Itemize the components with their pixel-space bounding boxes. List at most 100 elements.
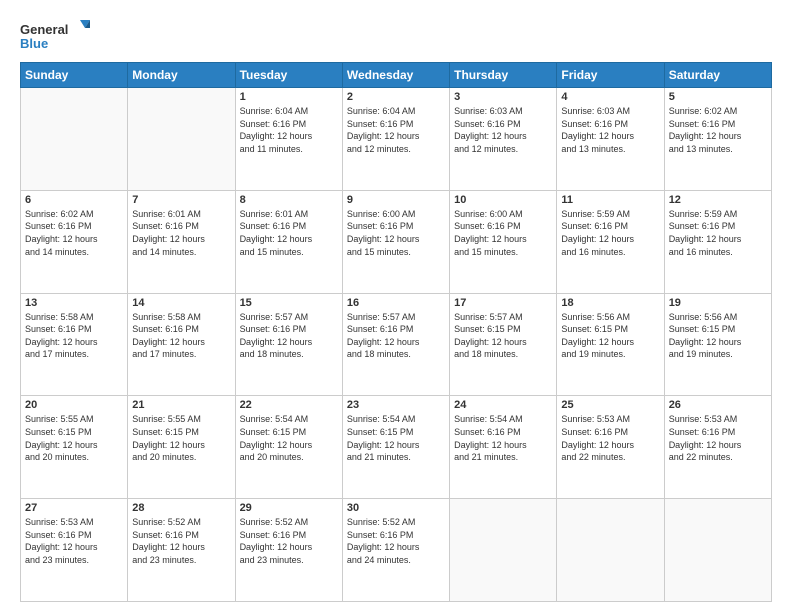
day-info: Sunrise: 5:59 AM Sunset: 6:16 PM Dayligh… xyxy=(561,208,659,258)
day-number: 28 xyxy=(132,502,230,514)
svg-text:Blue: Blue xyxy=(20,36,48,51)
calendar-cell: 22 Sunrise: 5:54 AM Sunset: 6:15 PM Dayli… xyxy=(235,396,342,499)
calendar-cell: 29 Sunrise: 5:52 AM Sunset: 6:16 PM Dayli… xyxy=(235,499,342,602)
day-number: 20 xyxy=(25,399,123,411)
calendar-cell: 9 Sunrise: 6:00 AM Sunset: 6:16 PM Daylig… xyxy=(342,190,449,293)
day-info: Sunrise: 5:56 AM Sunset: 6:15 PM Dayligh… xyxy=(561,311,659,361)
day-number: 10 xyxy=(454,194,552,206)
day-number: 23 xyxy=(347,399,445,411)
calendar-cell xyxy=(128,88,235,191)
calendar-week-4: 20 Sunrise: 5:55 AM Sunset: 6:15 PM Dayli… xyxy=(21,396,772,499)
calendar-cell: 16 Sunrise: 5:57 AM Sunset: 6:16 PM Dayli… xyxy=(342,293,449,396)
day-info: Sunrise: 5:53 AM Sunset: 6:16 PM Dayligh… xyxy=(25,516,123,566)
day-number: 25 xyxy=(561,399,659,411)
calendar-cell: 28Sunrise: 5:52 AM Sunset: 6:16 PM Dayli… xyxy=(128,499,235,602)
day-info: Sunrise: 5:59 AM Sunset: 6:16 PM Dayligh… xyxy=(669,208,767,258)
calendar-table: SundayMondayTuesdayWednesdayThursdayFrid… xyxy=(20,62,772,602)
day-number: 7 xyxy=(132,194,230,206)
day-info: Sunrise: 6:02 AM Sunset: 6:16 PM Dayligh… xyxy=(25,208,123,258)
calendar-cell: 20Sunrise: 5:55 AM Sunset: 6:15 PM Dayli… xyxy=(21,396,128,499)
calendar-cell: 23 Sunrise: 5:54 AM Sunset: 6:15 PM Dayli… xyxy=(342,396,449,499)
calendar-week-2: 6Sunrise: 6:02 AM Sunset: 6:16 PM Daylig… xyxy=(21,190,772,293)
logo: General Blue xyxy=(20,18,90,54)
day-number: 11 xyxy=(561,194,659,206)
day-number: 16 xyxy=(347,297,445,309)
day-info: Sunrise: 6:00 AM Sunset: 6:16 PM Dayligh… xyxy=(347,208,445,258)
calendar-cell: 5Sunrise: 6:02 AM Sunset: 6:16 PM Daylig… xyxy=(664,88,771,191)
calendar-cell: 17Sunrise: 5:57 AM Sunset: 6:15 PM Dayli… xyxy=(450,293,557,396)
day-info: Sunrise: 6:02 AM Sunset: 6:16 PM Dayligh… xyxy=(669,105,767,155)
day-number: 13 xyxy=(25,297,123,309)
day-number: 15 xyxy=(240,297,338,309)
day-info: Sunrise: 5:54 AM Sunset: 6:15 PM Dayligh… xyxy=(347,413,445,463)
calendar-cell: 11 Sunrise: 5:59 AM Sunset: 6:16 PM Dayli… xyxy=(557,190,664,293)
day-info: Sunrise: 5:53 AM Sunset: 6:16 PM Dayligh… xyxy=(669,413,767,463)
calendar-cell: 21 Sunrise: 5:55 AM Sunset: 6:15 PM Dayli… xyxy=(128,396,235,499)
day-number: 29 xyxy=(240,502,338,514)
day-info: Sunrise: 5:54 AM Sunset: 6:15 PM Dayligh… xyxy=(240,413,338,463)
day-info: Sunrise: 5:57 AM Sunset: 6:15 PM Dayligh… xyxy=(454,311,552,361)
day-info: Sunrise: 5:57 AM Sunset: 6:16 PM Dayligh… xyxy=(240,311,338,361)
calendar-week-3: 13 Sunrise: 5:58 AM Sunset: 6:16 PM Dayli… xyxy=(21,293,772,396)
day-number: 1 xyxy=(240,91,338,103)
calendar-header-monday: Monday xyxy=(128,63,235,88)
calendar-cell: 7Sunrise: 6:01 AM Sunset: 6:16 PM Daylig… xyxy=(128,190,235,293)
day-number: 12 xyxy=(669,194,767,206)
calendar-cell: 4 Sunrise: 6:03 AM Sunset: 6:16 PM Daylig… xyxy=(557,88,664,191)
calendar-header-sunday: Sunday xyxy=(21,63,128,88)
day-number: 22 xyxy=(240,399,338,411)
svg-text:General: General xyxy=(20,22,68,37)
day-info: Sunrise: 5:52 AM Sunset: 6:16 PM Dayligh… xyxy=(347,516,445,566)
day-info: Sunrise: 6:00 AM Sunset: 6:16 PM Dayligh… xyxy=(454,208,552,258)
day-number: 19 xyxy=(669,297,767,309)
calendar-header-wednesday: Wednesday xyxy=(342,63,449,88)
day-info: Sunrise: 5:53 AM Sunset: 6:16 PM Dayligh… xyxy=(561,413,659,463)
day-number: 24 xyxy=(454,399,552,411)
day-info: Sunrise: 6:04 AM Sunset: 6:16 PM Dayligh… xyxy=(347,105,445,155)
day-number: 8 xyxy=(240,194,338,206)
calendar-cell xyxy=(557,499,664,602)
calendar-cell: 15 Sunrise: 5:57 AM Sunset: 6:16 PM Dayli… xyxy=(235,293,342,396)
calendar-header-thursday: Thursday xyxy=(450,63,557,88)
day-info: Sunrise: 5:56 AM Sunset: 6:15 PM Dayligh… xyxy=(669,311,767,361)
day-info: Sunrise: 6:01 AM Sunset: 6:16 PM Dayligh… xyxy=(240,208,338,258)
calendar-cell xyxy=(450,499,557,602)
calendar-header-saturday: Saturday xyxy=(664,63,771,88)
calendar-cell: 3 Sunrise: 6:03 AM Sunset: 6:16 PM Daylig… xyxy=(450,88,557,191)
calendar-cell: 2 Sunrise: 6:04 AM Sunset: 6:16 PM Daylig… xyxy=(342,88,449,191)
calendar-cell: 27Sunrise: 5:53 AM Sunset: 6:16 PM Dayli… xyxy=(21,499,128,602)
day-number: 14 xyxy=(132,297,230,309)
day-info: Sunrise: 5:55 AM Sunset: 6:15 PM Dayligh… xyxy=(132,413,230,463)
calendar-cell xyxy=(664,499,771,602)
day-number: 30 xyxy=(347,502,445,514)
calendar-cell: 10 Sunrise: 6:00 AM Sunset: 6:16 PM Dayli… xyxy=(450,190,557,293)
day-number: 9 xyxy=(347,194,445,206)
day-info: Sunrise: 5:57 AM Sunset: 6:16 PM Dayligh… xyxy=(347,311,445,361)
day-info: Sunrise: 6:04 AM Sunset: 6:16 PM Dayligh… xyxy=(240,105,338,155)
calendar-header-row: SundayMondayTuesdayWednesdayThursdayFrid… xyxy=(21,63,772,88)
day-number: 3 xyxy=(454,91,552,103)
day-number: 26 xyxy=(669,399,767,411)
day-number: 2 xyxy=(347,91,445,103)
calendar-cell: 12 Sunrise: 5:59 AM Sunset: 6:16 PM Dayli… xyxy=(664,190,771,293)
header: General Blue xyxy=(20,18,772,54)
day-number: 18 xyxy=(561,297,659,309)
calendar-cell: 18 Sunrise: 5:56 AM Sunset: 6:15 PM Dayli… xyxy=(557,293,664,396)
day-number: 4 xyxy=(561,91,659,103)
logo-icon: General Blue xyxy=(20,18,90,54)
day-info: Sunrise: 5:52 AM Sunset: 6:16 PM Dayligh… xyxy=(240,516,338,566)
calendar-cell xyxy=(21,88,128,191)
calendar-header-friday: Friday xyxy=(557,63,664,88)
calendar-cell: 26 Sunrise: 5:53 AM Sunset: 6:16 PM Dayli… xyxy=(664,396,771,499)
calendar-cell: 25 Sunrise: 5:53 AM Sunset: 6:16 PM Dayli… xyxy=(557,396,664,499)
day-info: Sunrise: 6:03 AM Sunset: 6:16 PM Dayligh… xyxy=(561,105,659,155)
day-info: Sunrise: 5:54 AM Sunset: 6:16 PM Dayligh… xyxy=(454,413,552,463)
calendar-cell: 13Sunrise: 5:58 AM Sunset: 6:16 PM Dayli… xyxy=(21,293,128,396)
day-info: Sunrise: 6:03 AM Sunset: 6:16 PM Dayligh… xyxy=(454,105,552,155)
calendar-cell: 6Sunrise: 6:02 AM Sunset: 6:16 PM Daylig… xyxy=(21,190,128,293)
calendar-header-tuesday: Tuesday xyxy=(235,63,342,88)
day-info: Sunrise: 5:58 AM Sunset: 6:16 PM Dayligh… xyxy=(132,311,230,361)
calendar-week-5: 27Sunrise: 5:53 AM Sunset: 6:16 PM Dayli… xyxy=(21,499,772,602)
day-number: 21 xyxy=(132,399,230,411)
calendar-week-1: 1 Sunrise: 6:04 AM Sunset: 6:16 PM Daylig… xyxy=(21,88,772,191)
